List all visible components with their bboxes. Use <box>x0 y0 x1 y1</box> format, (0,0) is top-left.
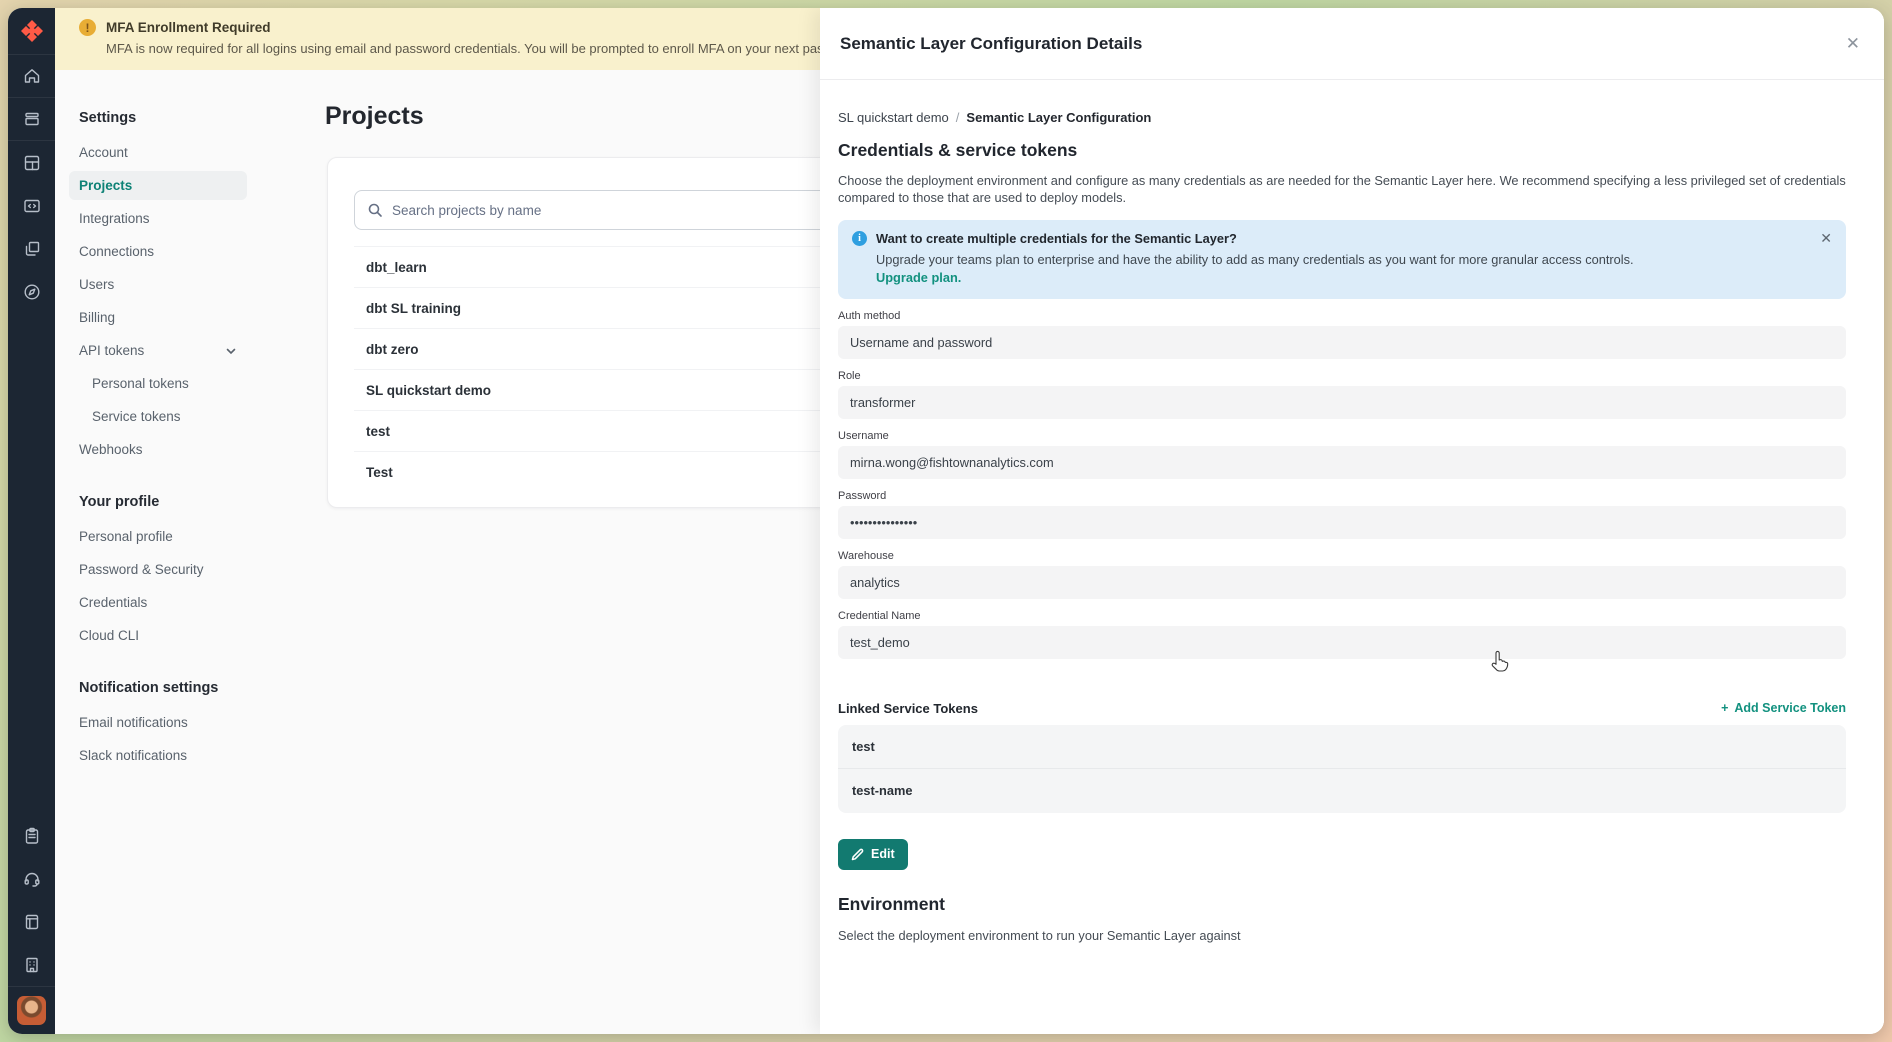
warning-icon: ! <box>79 19 96 36</box>
linked-tokens-title: Linked Service Tokens <box>838 701 978 716</box>
dashboard-icon[interactable] <box>8 141 55 184</box>
your-profile-heading: Your profile <box>79 494 260 510</box>
breadcrumb-project[interactable]: SL quickstart demo <box>838 110 949 125</box>
avatar-container <box>8 986 55 1034</box>
password-label: Password <box>838 490 1846 502</box>
sidebar-item-email-notifications[interactable]: Email notifications <box>69 708 247 737</box>
sidebar-item-api-tokens[interactable]: API tokens <box>69 336 247 365</box>
auth-method-label: Auth method <box>838 310 1846 322</box>
home-icon[interactable] <box>8 55 55 98</box>
info-icon: i <box>852 231 867 246</box>
token-row[interactable]: test <box>838 725 1846 769</box>
role-field[interactable]: transformer <box>838 386 1846 419</box>
sidebar-item-users[interactable]: Users <box>69 270 247 299</box>
docs-changelog-icon[interactable] <box>8 900 55 943</box>
projects-branch-icon[interactable] <box>8 227 55 270</box>
token-row[interactable]: test-name <box>838 769 1846 813</box>
add-service-token-button[interactable]: + Add Service Token <box>1721 701 1846 715</box>
info-close-icon[interactable]: ✕ <box>1820 230 1832 247</box>
settings-nav: Settings Account Projects Integrations C… <box>55 70 260 774</box>
banner-title: MFA Enrollment Required <box>106 20 271 35</box>
role-label: Role <box>838 370 1846 382</box>
panel-title: Semantic Layer Configuration Details <box>840 34 1142 54</box>
settings-nav-heading: Settings <box>79 110 260 126</box>
notes-clipboard-icon[interactable] <box>8 814 55 857</box>
desktop-background: ! MFA Enrollment Required MFA is now req… <box>0 0 1892 1042</box>
linked-tokens-list: test test-name <box>838 725 1846 813</box>
credentials-section-description: Choose the deployment environment and co… <box>838 172 1846 207</box>
pencil-icon <box>851 848 864 861</box>
breadcrumb: SL quickstart demo / Semantic Layer Conf… <box>838 110 1846 125</box>
credential-name-label: Credential Name <box>838 610 1846 622</box>
info-box-title: Want to create multiple credentials for … <box>876 231 1237 246</box>
sidebar-item-integrations[interactable]: Integrations <box>69 204 247 233</box>
upgrade-plan-link[interactable]: Upgrade plan. <box>876 270 961 285</box>
sidebar-item-billing[interactable]: Billing <box>69 303 247 332</box>
search-icon <box>367 202 383 218</box>
credential-name-field[interactable]: test_demo <box>838 626 1846 659</box>
warehouse-label: Warehouse <box>838 550 1846 562</box>
panel-body: SL quickstart demo / Semantic Layer Conf… <box>820 80 1884 943</box>
credentials-section-title: Credentials & service tokens <box>838 140 1846 161</box>
breadcrumb-current: Semantic Layer Configuration <box>966 110 1151 125</box>
info-box-body: Upgrade your teams plan to enterprise an… <box>876 252 1832 267</box>
sidebar-item-cloud-cli[interactable]: Cloud CLI <box>69 621 247 650</box>
sidebar-item-service-tokens[interactable]: Service tokens <box>69 402 247 431</box>
close-icon[interactable]: ✕ <box>1846 35 1860 52</box>
sidebar-item-webhooks[interactable]: Webhooks <box>69 435 247 464</box>
content-area: ! MFA Enrollment Required MFA is now req… <box>55 8 1884 1034</box>
explore-compass-icon[interactable] <box>8 270 55 313</box>
breadcrumb-separator: / <box>956 110 960 125</box>
support-headset-icon[interactable] <box>8 857 55 900</box>
auth-method-field[interactable]: Username and password <box>838 326 1846 359</box>
deploy-jobs-icon[interactable] <box>8 98 55 141</box>
sidebar-item-password-security[interactable]: Password & Security <box>69 555 247 584</box>
sidebar-item-account[interactable]: Account <box>69 138 247 167</box>
sidebar <box>8 8 55 1034</box>
dbt-logo[interactable] <box>8 8 55 55</box>
password-field[interactable]: ••••••••••••••• <box>838 506 1846 539</box>
panel-header: Semantic Layer Configuration Details ✕ <box>820 8 1884 80</box>
sidebar-item-personal-profile[interactable]: Personal profile <box>69 522 247 551</box>
username-field[interactable]: mirna.wong@fishtownanalytics.com <box>838 446 1846 479</box>
sidebar-item-connections[interactable]: Connections <box>69 237 247 266</box>
notification-settings-heading: Notification settings <box>79 680 260 696</box>
environment-section-title: Environment <box>838 894 1846 915</box>
user-avatar[interactable] <box>17 996 46 1025</box>
sidebar-item-projects[interactable]: Projects <box>69 171 247 200</box>
dbt-logo-icon <box>19 18 45 44</box>
semantic-layer-panel: Semantic Layer Configuration Details ✕ S… <box>820 8 1884 1034</box>
linked-tokens-header: Linked Service Tokens + Add Service Toke… <box>838 701 1846 716</box>
ide-code-icon[interactable] <box>8 184 55 227</box>
edit-button[interactable]: Edit <box>838 839 908 870</box>
app-window: ! MFA Enrollment Required MFA is now req… <box>8 8 1884 1034</box>
plus-icon: + <box>1721 701 1728 715</box>
chevron-down-icon <box>225 345 237 357</box>
organization-icon[interactable] <box>8 943 55 986</box>
sidebar-spacer <box>8 313 55 814</box>
upgrade-info-box: i Want to create multiple credentials fo… <box>838 220 1846 299</box>
username-label: Username <box>838 430 1846 442</box>
sidebar-item-personal-tokens[interactable]: Personal tokens <box>69 369 247 398</box>
sidebar-item-credentials[interactable]: Credentials <box>69 588 247 617</box>
warehouse-field[interactable]: analytics <box>838 566 1846 599</box>
sidebar-item-slack-notifications[interactable]: Slack notifications <box>69 741 247 770</box>
environment-description: Select the deployment environment to run… <box>838 928 1846 943</box>
